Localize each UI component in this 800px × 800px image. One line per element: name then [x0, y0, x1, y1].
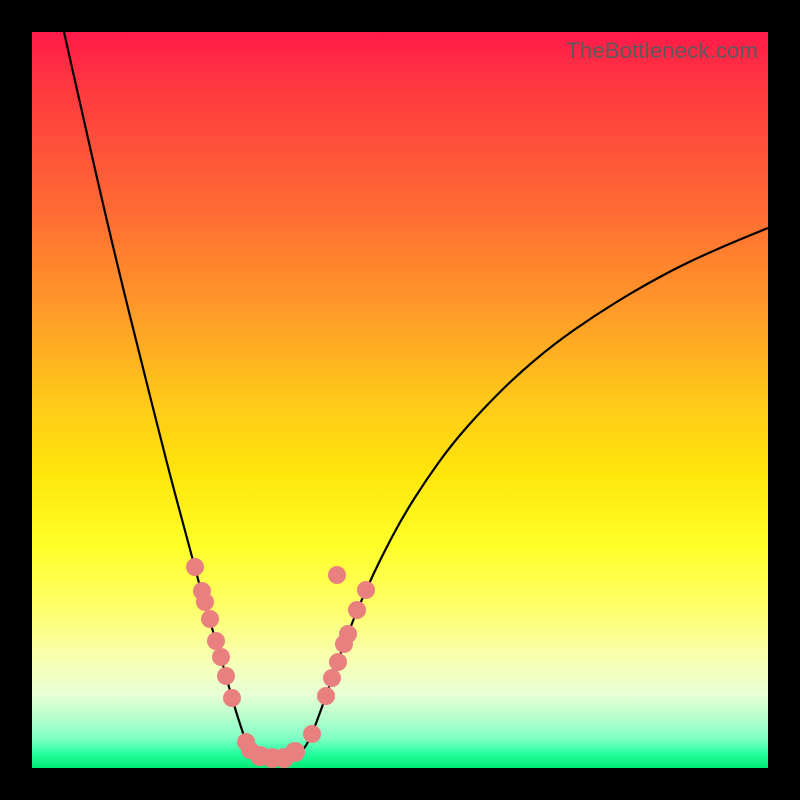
chart-svg	[32, 32, 768, 768]
curve-right-branch	[312, 228, 768, 734]
data-marker	[328, 566, 346, 584]
data-marker	[329, 653, 347, 671]
data-marker	[196, 593, 214, 611]
watermark-label: TheBottleneck.com	[566, 38, 758, 64]
chart-plot-area: TheBottleneck.com	[32, 32, 768, 768]
data-marker	[285, 742, 305, 762]
data-marker	[212, 648, 230, 666]
data-marker	[317, 687, 335, 705]
data-marker	[339, 625, 357, 643]
data-marker	[348, 601, 366, 619]
data-marker	[323, 669, 341, 687]
data-marker	[303, 725, 321, 743]
data-marker	[201, 610, 219, 628]
data-marker	[207, 632, 225, 650]
data-marker	[217, 667, 235, 685]
marker-group	[186, 558, 375, 768]
data-marker	[357, 581, 375, 599]
data-marker	[186, 558, 204, 576]
data-marker	[223, 689, 241, 707]
